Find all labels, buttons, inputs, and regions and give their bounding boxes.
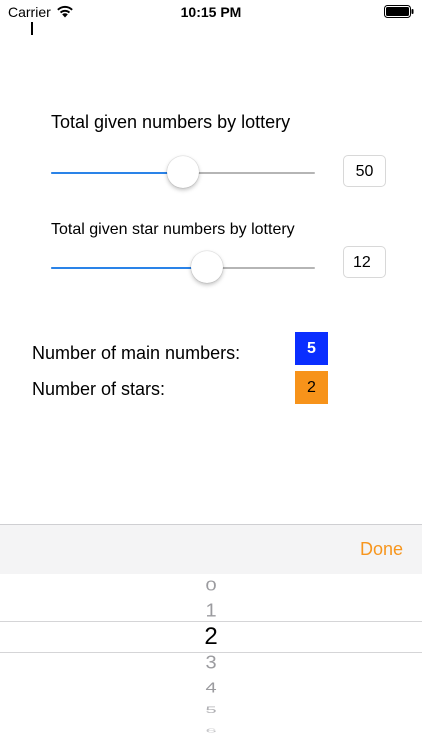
lottery-settings-screen: Carrier 10:15 PM Total given numbers by … bbox=[0, 0, 422, 750]
text-cursor bbox=[31, 22, 33, 35]
slider-thumb[interactable] bbox=[190, 251, 223, 283]
picker-row[interactable]: 5 bbox=[0, 704, 422, 715]
stars-badge[interactable]: 2 bbox=[295, 371, 328, 404]
picker-row[interactable]: 4 bbox=[0, 679, 422, 697]
stars-label: Number of stars: bbox=[32, 379, 166, 399]
status-time: 10:15 PM bbox=[180, 4, 242, 20]
picker-row[interactable]: 1 bbox=[0, 600, 422, 623]
battery-icon bbox=[384, 5, 414, 18]
picker-row[interactable]: 0 bbox=[0, 577, 422, 595]
main-numbers-badge[interactable]: 5 bbox=[295, 332, 328, 365]
total-numbers-label: Total given numbers by lottery bbox=[51, 112, 291, 132]
picker-row[interactable]: 6 bbox=[0, 728, 422, 734]
picker-row[interactable]: 2 bbox=[0, 623, 422, 651]
status-bar: Carrier 10:15 PM bbox=[0, 0, 422, 24]
total-stars-value-field[interactable]: 12 bbox=[343, 246, 386, 278]
picker-toolbar: Done bbox=[0, 524, 422, 574]
picker-row[interactable]: 3 bbox=[0, 652, 422, 675]
number-picker[interactable]: 0 123 4 5 6 bbox=[0, 574, 422, 750]
slider-fill bbox=[51, 267, 207, 269]
slider-fill bbox=[51, 172, 183, 174]
total-stars-label: Total given star numbers by lottery bbox=[51, 221, 295, 238]
total-numbers-slider[interactable] bbox=[51, 153, 315, 193]
total-numbers-value-field[interactable]: 50 bbox=[343, 155, 386, 187]
total-stars-slider[interactable] bbox=[51, 248, 315, 288]
slider-thumb[interactable] bbox=[167, 156, 199, 188]
main-numbers-label: Number of main numbers: bbox=[32, 343, 241, 363]
done-button[interactable]: Done bbox=[360, 539, 403, 560]
